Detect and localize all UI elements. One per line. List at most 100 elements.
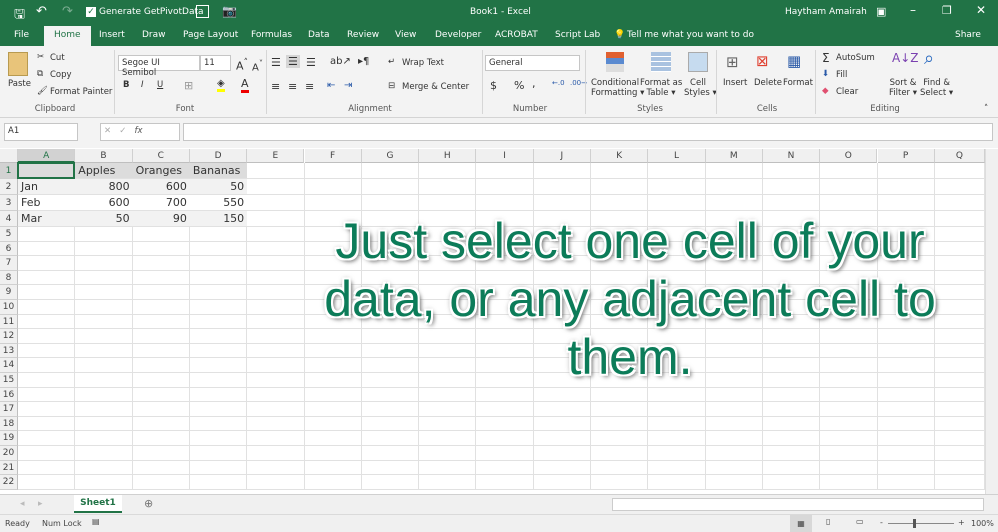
horizontal-scrollbar[interactable] [612,498,984,511]
tab-data[interactable]: Data [308,30,330,40]
row-header-21[interactable]: 21 [0,460,18,476]
tab-script-lab[interactable]: Script Lab [555,30,600,40]
column-header-P[interactable]: P [877,149,935,163]
column-header-D[interactable]: D [189,149,248,163]
increase-indent-icon[interactable]: ⇥ [344,80,352,91]
cell-styles-button[interactable]: Cell Styles ▾ [684,78,717,98]
tab-formulas[interactable]: Formulas [251,30,292,40]
row-header-15[interactable]: 15 [0,373,18,388]
delete-cells-button[interactable]: Delete [754,78,782,88]
name-box[interactable]: A1 [4,123,78,141]
column-header-M[interactable]: M [705,149,763,163]
table-cell[interactable]: Jan [18,180,75,193]
pivot-icon[interactable] [196,5,209,18]
comma-button[interactable]: , [532,77,536,90]
increase-decimal-icon[interactable]: ←.0 [552,79,565,87]
table-header-cell[interactable]: Oranges [133,164,190,177]
align-left-icon[interactable]: ≡ [271,80,280,93]
insert-cells-button[interactable]: Insert [723,78,747,88]
macro-record-icon[interactable]: ▤ [92,517,100,526]
active-cell-A1[interactable] [17,162,76,179]
tell-me-input[interactable]: Tell me what you want to do [627,30,754,40]
column-header-J[interactable]: J [533,149,591,163]
normal-view-icon[interactable]: ▦ [790,515,812,532]
page-layout-view-icon[interactable]: ▯ [826,517,830,526]
table-header-cell[interactable]: Apples [75,164,132,177]
tab-page-layout[interactable]: Page Layout [183,30,238,40]
bold-button[interactable]: B [123,80,129,90]
row-header-1[interactable]: 1 [0,163,18,179]
column-header-A[interactable]: A [18,149,76,163]
row-header-9[interactable]: 9 [0,285,18,300]
merge-center-button[interactable]: Merge & Center [402,82,469,92]
select-all-button[interactable] [0,149,18,163]
next-sheet-icon[interactable]: ▸ [38,499,43,509]
tab-home[interactable]: Home [44,26,91,46]
row-header-20[interactable]: 20 [0,446,18,461]
tab-acrobat[interactable]: ACROBAT [495,30,538,40]
top-align-icon[interactable]: ☰ [271,56,281,69]
tab-review[interactable]: Review [347,30,379,40]
table-cell[interactable]: 600 [75,196,132,209]
row-header-5[interactable]: 5 [0,227,18,242]
fill-color-icon[interactable]: ◈ [217,78,225,92]
column-header-K[interactable]: K [591,149,649,163]
row-header-19[interactable]: 19 [0,431,18,446]
enter-icon[interactable]: ✓ [119,126,126,136]
percent-button[interactable]: % [514,79,524,92]
row-header-17[interactable]: 17 [0,402,18,417]
tab-draw[interactable]: Draw [142,30,166,40]
redo-icon[interactable]: ↷ [62,4,73,19]
column-header-I[interactable]: I [476,149,534,163]
row-header-2[interactable]: 2 [0,179,18,195]
autosum-button[interactable]: AutoSum [836,53,875,63]
zoom-slider[interactable] [888,523,954,524]
column-header-H[interactable]: H [419,149,477,163]
row-header-16[interactable]: 16 [0,387,18,403]
align-center-icon[interactable]: ≡ [288,80,297,93]
italic-button[interactable]: I [141,80,144,90]
font-color-icon[interactable]: A [241,77,249,93]
decrease-font-icon[interactable]: A˅ [252,58,263,73]
increase-font-icon[interactable]: A˄ [236,57,248,73]
column-header-B[interactable]: B [75,149,133,163]
cancel-icon[interactable]: ✕ [104,126,111,136]
column-header-Q[interactable]: Q [934,149,985,163]
table-cell[interactable]: Feb [18,196,75,209]
zoom-in-icon[interactable]: + [958,518,965,527]
tab-view[interactable]: View [395,30,416,40]
table-cell[interactable]: 50 [75,212,132,225]
zoom-out-icon[interactable]: - [880,518,883,527]
row-header-11[interactable]: 11 [0,314,18,330]
row-header-6[interactable]: 6 [0,241,18,257]
tab-insert[interactable]: Insert [99,30,125,40]
user-name[interactable]: Haytham Amairah [785,7,867,17]
table-cell[interactable]: 600 [133,180,190,193]
table-cell[interactable]: 800 [75,180,132,193]
clear-button[interactable]: Clear [836,87,858,97]
row-header-14[interactable]: 14 [0,358,18,373]
orientation-icon[interactable]: ab↗ [330,56,351,67]
table-cell[interactable]: 700 [133,196,190,209]
currency-button[interactable]: $ [490,79,497,92]
format-painter-button[interactable]: Format Painter [50,87,112,97]
row-header-7[interactable]: 7 [0,256,18,271]
formula-input[interactable] [183,123,993,141]
column-header-O[interactable]: O [820,149,878,163]
number-format-select[interactable]: General [485,55,580,71]
save-icon[interactable]: 🖫 [14,5,25,27]
zoom-level[interactable]: 100% [971,519,994,528]
fill-button[interactable]: Fill [836,70,847,80]
paste-button[interactable]: Paste [8,79,31,89]
column-header-L[interactable]: L [648,149,706,163]
decrease-indent-icon[interactable]: ⇤ [327,80,335,91]
row-header-10[interactable]: 10 [0,300,18,315]
generate-getpivotdata-checkbox[interactable]: ✓ [86,7,96,17]
prev-sheet-icon[interactable]: ◂ [20,499,25,509]
sort-filter-button[interactable]: Sort & Filter ▾ [889,78,917,98]
underline-button[interactable]: U [157,80,163,90]
borders-icon[interactable]: ⊞ [184,79,193,92]
table-header-cell[interactable]: Bananas [190,164,247,177]
ribbon-display-icon[interactable]: ▣ [876,5,886,18]
copy-button[interactable]: Copy [50,70,72,80]
